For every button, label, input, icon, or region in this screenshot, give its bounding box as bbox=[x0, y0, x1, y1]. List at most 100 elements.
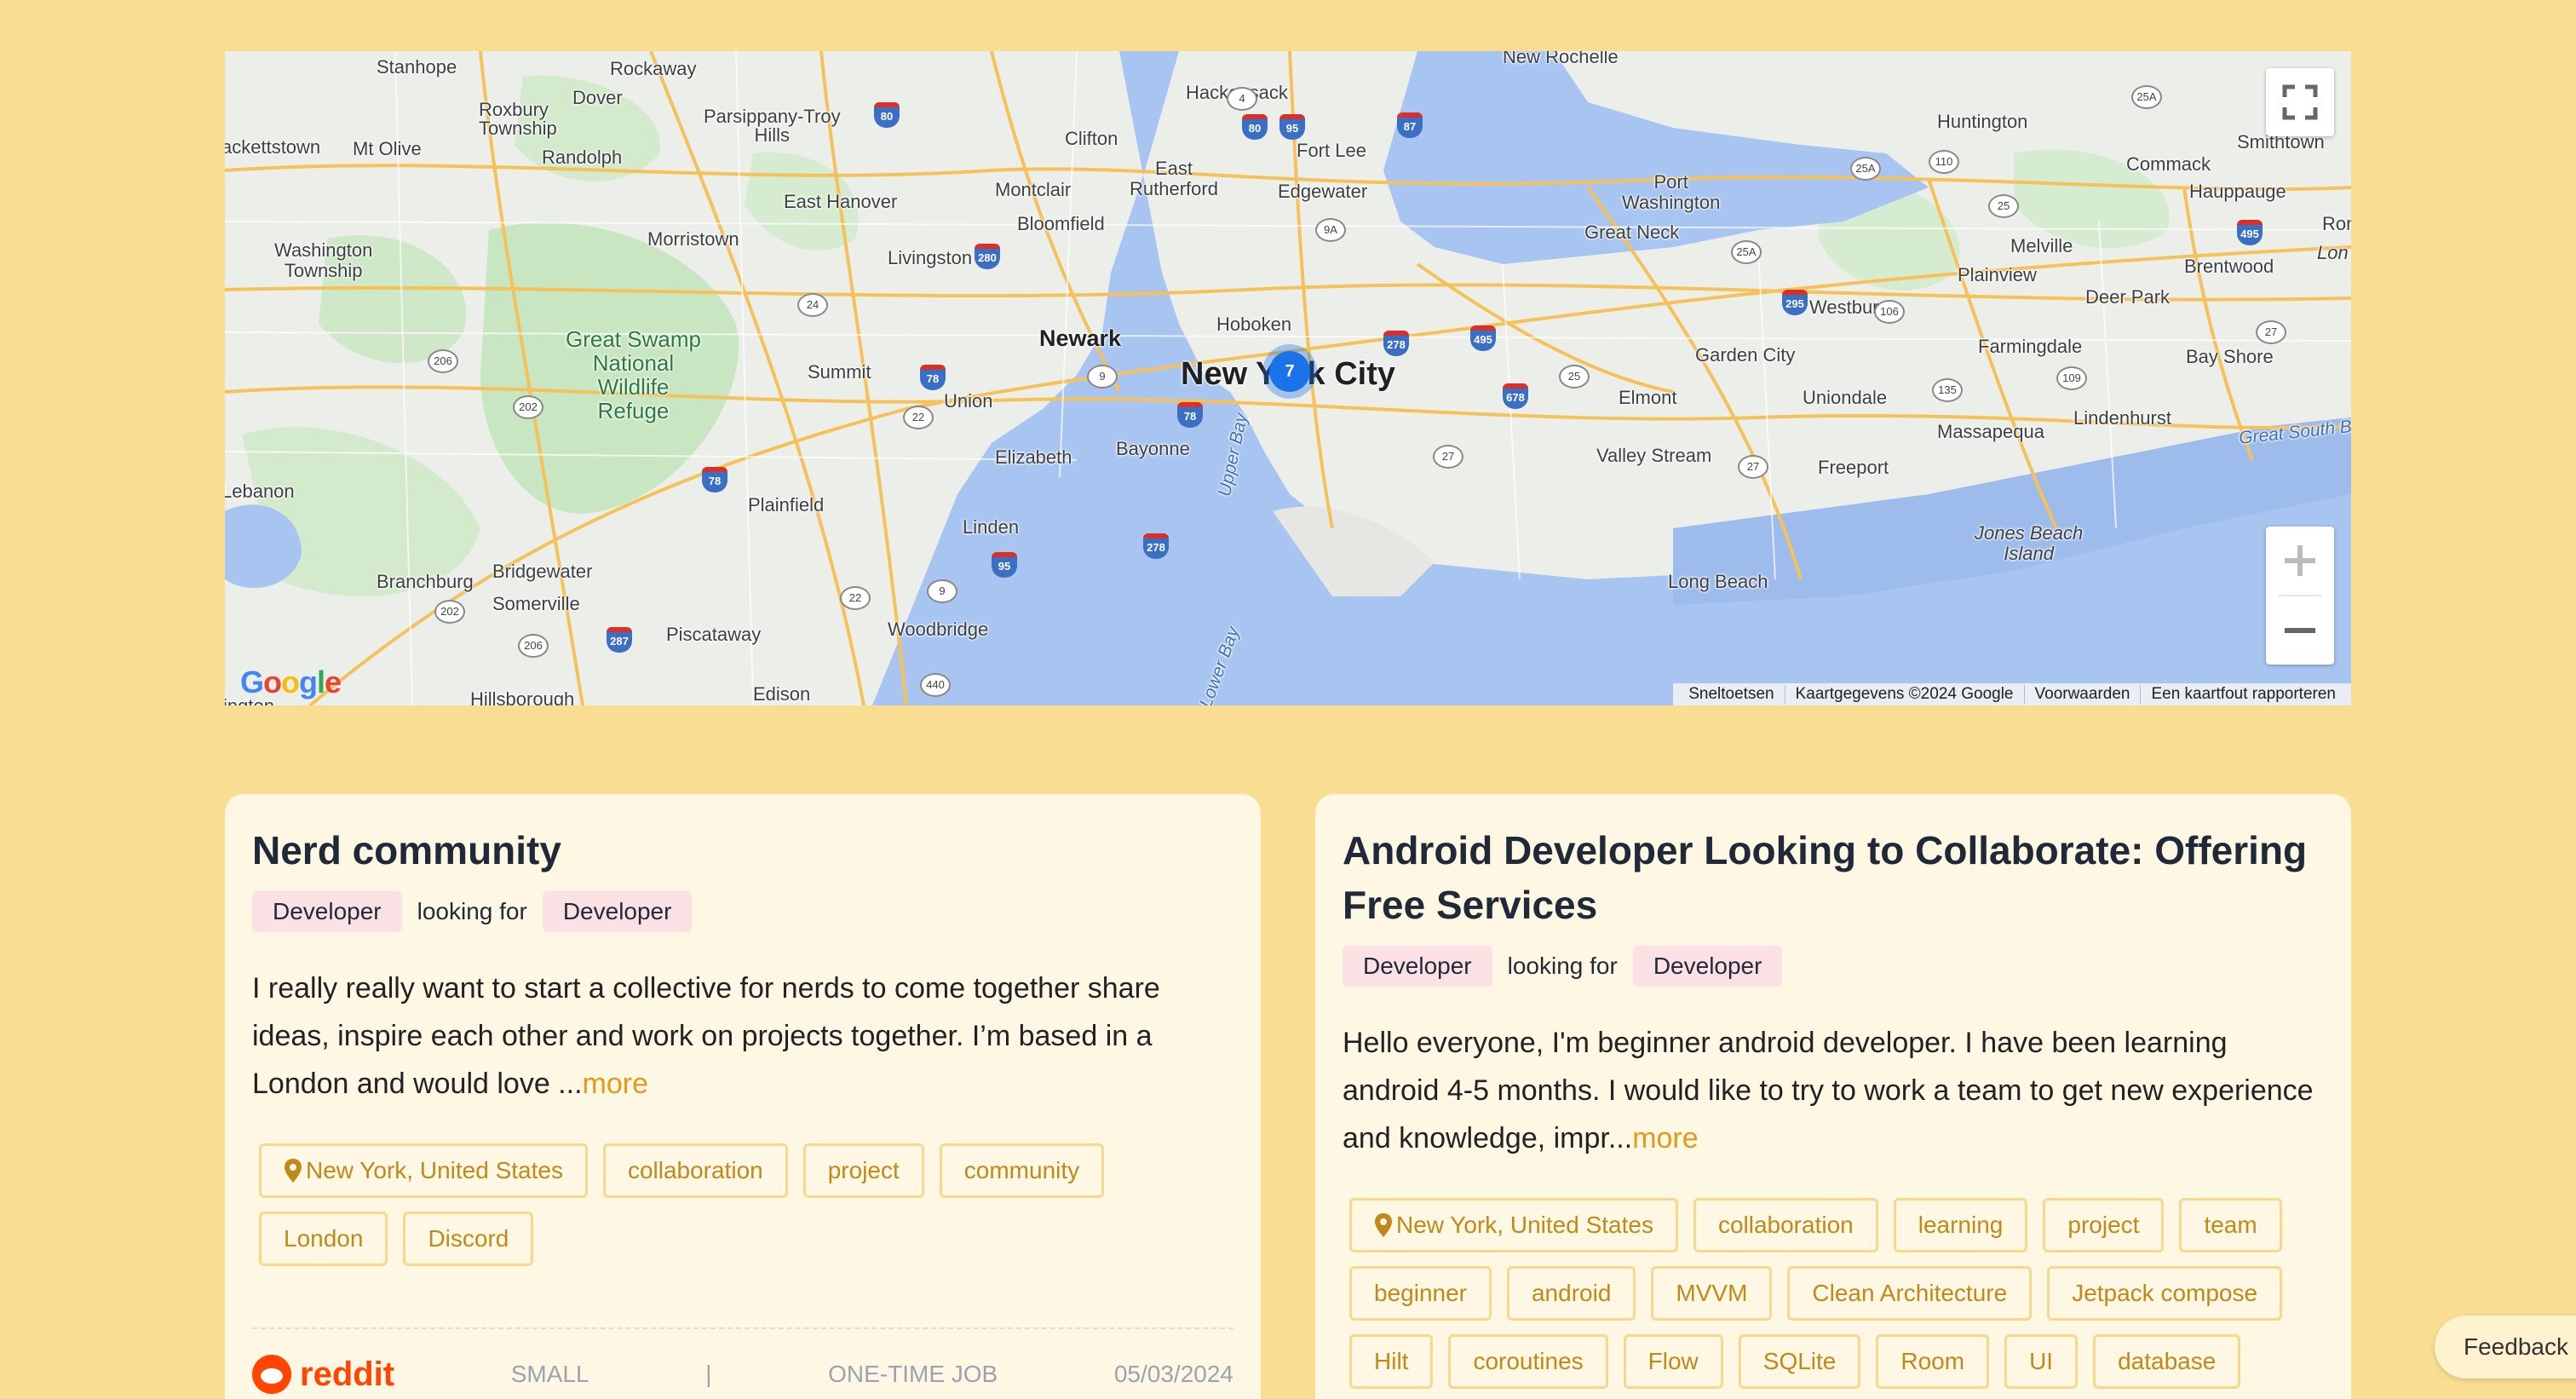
tag[interactable]: UI bbox=[2004, 1334, 2079, 1389]
place-label: Elmont bbox=[1619, 387, 1677, 408]
map-cluster-marker[interactable]: 7 bbox=[1269, 351, 1310, 392]
highway-shield-icon: 278 bbox=[1383, 331, 1409, 356]
tag[interactable]: London bbox=[259, 1212, 388, 1266]
more-link[interactable]: more bbox=[583, 1068, 648, 1100]
reddit-icon bbox=[252, 1355, 291, 1394]
place-label: Freeport bbox=[1818, 457, 1889, 478]
place-label: Lebanon bbox=[225, 481, 295, 502]
post-title[interactable]: Android Developer Looking to Collaborate… bbox=[1343, 823, 2324, 932]
tag[interactable]: beginner bbox=[1349, 1266, 1492, 1321]
source-logo[interactable]: reddit bbox=[252, 1355, 394, 1394]
tag[interactable]: project bbox=[2043, 1198, 2165, 1252]
route-marker-icon: 27 bbox=[1433, 445, 1463, 469]
role-row: Developer looking for Developer bbox=[1343, 946, 2324, 987]
route-marker-icon: 22 bbox=[903, 406, 934, 429]
route-marker-icon: 202 bbox=[513, 395, 543, 419]
place-label: Plainfield bbox=[748, 494, 825, 515]
tag[interactable]: database bbox=[2093, 1334, 2241, 1389]
size-label: SMALL bbox=[510, 1361, 589, 1387]
tag[interactable]: SQLite bbox=[1738, 1334, 1861, 1389]
tag[interactable]: Hilt bbox=[1349, 1334, 1434, 1389]
terms-link[interactable]: Voorwaarden bbox=[2023, 685, 2141, 704]
separator: | bbox=[705, 1361, 712, 1387]
post-title[interactable]: Nerd community bbox=[252, 823, 1233, 878]
keyboard-shortcuts-link[interactable]: Sneltoetsen bbox=[1678, 685, 1784, 704]
tag-label: New York, United States bbox=[1396, 1212, 1653, 1238]
place-label: East Hanover bbox=[784, 191, 898, 212]
route-marker-icon: 106 bbox=[1874, 300, 1905, 324]
more-link[interactable]: more bbox=[1632, 1122, 1698, 1154]
place-label: Bayonne bbox=[1116, 438, 1190, 459]
tag[interactable]: android bbox=[1506, 1266, 1636, 1321]
tag[interactable]: Jetpack compose bbox=[2047, 1266, 2283, 1321]
location-tag[interactable]: New York, United States bbox=[1349, 1198, 1678, 1252]
map[interactable]: Stanhope Rockaway Dover Roxbury Township… bbox=[225, 51, 2351, 705]
post-footer: reddit SMALL | ONE-TIME JOB 05/03/2024 bbox=[252, 1355, 1233, 1394]
post-card[interactable]: Android Developer Looking to Collaborate… bbox=[1315, 794, 2351, 1399]
zoom-in-button[interactable] bbox=[2266, 527, 2334, 595]
place-label: Deer Park bbox=[2085, 286, 2171, 308]
minus-icon bbox=[2285, 628, 2315, 633]
role-to-tag: Developer bbox=[542, 891, 693, 932]
place-label: Woodbridge bbox=[888, 619, 989, 640]
location-pin-icon bbox=[1375, 1213, 1392, 1237]
tag[interactable]: Discord bbox=[403, 1212, 534, 1266]
place-label: Huntington bbox=[1937, 111, 2028, 132]
zoom-out-button[interactable] bbox=[2266, 596, 2334, 665]
tag[interactable]: collaboration bbox=[1693, 1198, 1878, 1252]
place-label: Montclair bbox=[995, 179, 1072, 200]
report-error-link[interactable]: Een kaartfout rapporteren bbox=[2140, 685, 2346, 704]
place-label: Lindenhurst bbox=[2073, 407, 2171, 429]
tag[interactable]: collaboration bbox=[602, 1143, 788, 1198]
zoom-control bbox=[2266, 527, 2334, 665]
location-tag[interactable]: New York, United States bbox=[259, 1143, 588, 1198]
tag[interactable]: Clean Architecture bbox=[1787, 1266, 2033, 1321]
place-label: Valley Stream bbox=[1596, 445, 1712, 466]
highway-shield-icon: 80 bbox=[874, 102, 900, 128]
place-label: Dover bbox=[572, 87, 623, 108]
route-marker-icon: 25 bbox=[1988, 194, 2019, 218]
place-label: Somerville bbox=[492, 593, 580, 614]
tag[interactable]: community bbox=[939, 1143, 1105, 1198]
highway-shield-icon: 280 bbox=[975, 244, 1000, 269]
highway-shield-icon: 495 bbox=[1470, 325, 1496, 351]
tag[interactable]: Room bbox=[1876, 1334, 1990, 1389]
tag[interactable]: learning bbox=[1893, 1198, 2028, 1252]
post-description: Hello everyone, I'm beginner android dev… bbox=[1343, 1019, 2324, 1162]
highway-shield-icon: 95 bbox=[992, 552, 1017, 578]
feedback-button[interactable]: Feedback bbox=[2435, 1316, 2576, 1379]
tag[interactable]: coroutines bbox=[1448, 1334, 1608, 1389]
description-text: I really really want to start a collecti… bbox=[252, 972, 1160, 1100]
route-marker-icon: 110 bbox=[1929, 150, 1959, 174]
place-label: Fort Lee bbox=[1297, 140, 1366, 161]
place-label: Hauppauge bbox=[2189, 181, 2286, 202]
place-label: Stanhope bbox=[377, 56, 457, 78]
highway-shield-icon: 95 bbox=[1279, 114, 1305, 140]
place-label: Melville bbox=[2010, 235, 2073, 256]
place-label: Linden bbox=[963, 516, 1020, 538]
place-label: Brentwood bbox=[2184, 256, 2274, 277]
route-marker-icon: 25A bbox=[1850, 157, 1881, 181]
source-label: reddit bbox=[300, 1355, 395, 1393]
tag[interactable]: Flow bbox=[1623, 1334, 1723, 1389]
place-label: Clifton bbox=[1065, 128, 1118, 149]
route-marker-icon: 206 bbox=[518, 634, 549, 658]
place-label: Port Washington bbox=[1622, 171, 1721, 213]
place-label: Union bbox=[944, 390, 993, 412]
place-label: Jones Beach Island bbox=[1975, 522, 2084, 564]
location-pin-icon bbox=[285, 1159, 302, 1183]
place-label: Bridgewater bbox=[492, 561, 593, 582]
tag-list: New York, United States collaboration le… bbox=[1343, 1198, 2324, 1389]
tag[interactable]: project bbox=[802, 1143, 924, 1198]
route-marker-icon: 27 bbox=[2256, 320, 2286, 344]
place-label-park: Great Swamp National Wildlife Refuge bbox=[566, 326, 701, 423]
tag[interactable]: MVVM bbox=[1651, 1266, 1773, 1321]
place-label: Parsippany-Troy Hills bbox=[704, 106, 841, 146]
tag[interactable]: team bbox=[2179, 1198, 2282, 1252]
post-card[interactable]: Nerd community Developer looking for Dev… bbox=[225, 794, 1261, 1399]
route-marker-icon: 440 bbox=[920, 673, 951, 697]
highway-shield-icon: 287 bbox=[607, 627, 632, 653]
fullscreen-button[interactable] bbox=[2266, 68, 2334, 136]
route-marker-icon: 24 bbox=[797, 293, 828, 317]
place-label: Mt Olive bbox=[353, 138, 422, 159]
